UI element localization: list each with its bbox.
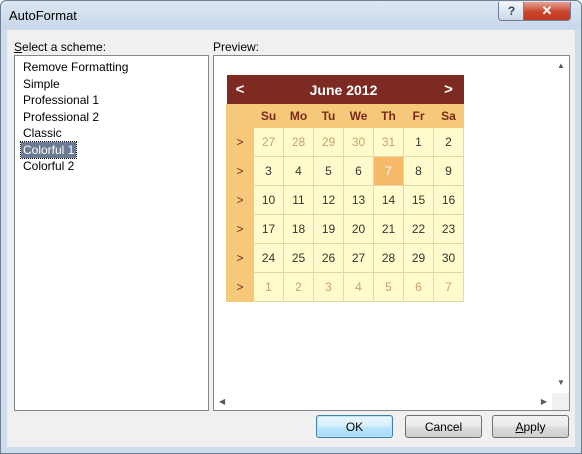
scheme-item[interactable]: Colorful 2 <box>21 158 76 175</box>
apply-button[interactable]: Apply <box>492 415 569 438</box>
week-selector-link[interactable]: > <box>226 243 254 273</box>
calendar-day[interactable]: 16 <box>433 185 464 215</box>
calendar-day[interactable]: 24 <box>253 243 284 273</box>
calendar-day[interactable]: 30 <box>343 127 374 157</box>
window-title: AutoFormat <box>9 8 77 23</box>
calendar-day[interactable]: 8 <box>403 156 434 186</box>
day-of-week-label: Su <box>253 104 284 128</box>
dialog-body: Select a scheme: Remove Formatting Simple… <box>7 30 575 447</box>
selector-header-cell <box>226 104 254 128</box>
calendar-day[interactable]: 30 <box>433 243 464 273</box>
calendar-day[interactable]: 6 <box>343 156 374 186</box>
calendar-week-row: >24 25 26 27 28 29 30 <box>226 243 464 273</box>
calendar-day[interactable]: 28 <box>283 127 314 157</box>
calendar-day[interactable]: 21 <box>373 214 404 244</box>
week-selector-link[interactable]: > <box>226 272 254 302</box>
calendar-day[interactable]: 23 <box>433 214 464 244</box>
calendar-day[interactable]: 15 <box>403 185 434 215</box>
calendar-week-row: >1 2 3 4 5 6 7 <box>226 272 464 302</box>
close-icon: ✕ <box>541 3 553 18</box>
calendar-week-row: >17 18 19 20 21 22 23 <box>226 214 464 244</box>
calendar-day[interactable]: 11 <box>283 185 314 215</box>
calendar-day[interactable]: 18 <box>283 214 314 244</box>
calendar-day[interactable]: 14 <box>373 185 404 215</box>
day-of-week-label: Th <box>373 104 404 128</box>
prev-month-link[interactable]: < <box>226 75 254 105</box>
day-of-week-label: Tu <box>313 104 344 128</box>
week-selector-link[interactable]: > <box>226 185 254 215</box>
calendar-day[interactable]: 28 <box>373 243 404 273</box>
cancel-button[interactable]: Cancel <box>405 415 482 438</box>
calendar-day[interactable]: 29 <box>403 243 434 273</box>
preview-pane: < June 2012 > Su Mo Tu We Th Fr Sa >27 28 29 30 31… <box>213 55 570 411</box>
calendar-day[interactable]: 20 <box>343 214 374 244</box>
day-of-week-label: Fr <box>403 104 434 128</box>
scheme-item[interactable]: Professional 1 <box>21 92 101 109</box>
calendar-day[interactable]: 1 <box>403 127 434 157</box>
scheme-item[interactable]: Professional 2 <box>21 109 101 126</box>
scrollbar-corner <box>552 393 569 410</box>
help-icon: ? <box>507 4 516 18</box>
calendar-month-title: June 2012 <box>253 75 434 105</box>
day-of-week-label: We <box>343 104 374 128</box>
horizontal-scrollbar[interactable]: ◀ ▶ <box>214 393 552 410</box>
calendar-day[interactable]: 26 <box>313 243 344 273</box>
calendar-day[interactable]: 2 <box>283 272 314 302</box>
week-selector-link[interactable]: > <box>226 156 254 186</box>
calendar-day[interactable]: 4 <box>343 272 374 302</box>
calendar-title-row: < June 2012 > <box>226 75 464 105</box>
scheme-item[interactable]: Remove Formatting <box>21 59 130 76</box>
calendar-day[interactable]: 10 <box>253 185 284 215</box>
calendar-day[interactable]: 27 <box>253 127 284 157</box>
calendar-day[interactable]: 6 <box>403 272 434 302</box>
scroll-left-icon[interactable]: ◀ <box>219 397 225 406</box>
scheme-list[interactable]: Remove Formatting Simple Professional 1 Pro… <box>14 55 209 411</box>
title-bar[interactable]: AutoFormat ? ✕ <box>1 1 581 29</box>
calendar-week-row: >10 11 12 13 14 15 16 <box>226 185 464 215</box>
calendar-day[interactable]: 19 <box>313 214 344 244</box>
calendar-day[interactable]: 31 <box>373 127 404 157</box>
week-selector-link[interactable]: > <box>226 214 254 244</box>
vertical-scrollbar[interactable]: ▲ ▼ <box>552 56 569 392</box>
calendar-day[interactable]: 2 <box>433 127 464 157</box>
calendar-week-row: >3 4 5 6 7 8 9 <box>226 156 464 186</box>
calendar-day[interactable]: 3 <box>253 156 284 186</box>
ok-button[interactable]: OK <box>316 415 393 438</box>
scheme-item[interactable]: Simple <box>21 76 62 93</box>
calendar-day[interactable]: 25 <box>283 243 314 273</box>
calendar-day[interactable]: 5 <box>373 272 404 302</box>
calendar-day[interactable]: 4 <box>283 156 314 186</box>
calendar-week-row: >27 28 29 30 31 1 2 <box>226 127 464 157</box>
calendar-day[interactable]: 29 <box>313 127 344 157</box>
calendar-day[interactable]: 3 <box>313 272 344 302</box>
day-of-week-label: Sa <box>433 104 464 128</box>
calendar-day[interactable]: 13 <box>343 185 374 215</box>
calendar-day[interactable]: 12 <box>313 185 344 215</box>
calendar-day[interactable]: 5 <box>313 156 344 186</box>
calendar-day[interactable]: 7 <box>373 156 404 186</box>
calendar-day[interactable]: 1 <box>253 272 284 302</box>
scheme-item[interactable]: Classic <box>21 125 64 142</box>
close-button[interactable]: ✕ <box>523 2 571 21</box>
day-of-week-label: Mo <box>283 104 314 128</box>
autoformat-dialog: AutoFormat ? ✕ Select a scheme: Remove F… <box>0 0 582 454</box>
scheme-item[interactable]: Colorful 1 <box>19 140 78 159</box>
calendar-day[interactable]: 9 <box>433 156 464 186</box>
scroll-up-icon[interactable]: ▲ <box>557 61 565 70</box>
help-button[interactable]: ? <box>498 2 525 21</box>
scroll-right-icon[interactable]: ▶ <box>541 397 547 406</box>
calendar-day[interactable]: 22 <box>403 214 434 244</box>
next-month-link[interactable]: > <box>433 75 464 105</box>
calendar-day[interactable]: 27 <box>343 243 374 273</box>
scroll-down-icon[interactable]: ▼ <box>557 378 565 387</box>
scheme-label: Select a scheme: <box>14 40 107 54</box>
calendar-day[interactable]: 7 <box>433 272 464 302</box>
day-of-week-row: Su Mo Tu We Th Fr Sa <box>226 104 464 128</box>
preview-label: Preview: <box>213 40 260 54</box>
calendar-preview: < June 2012 > Su Mo Tu We Th Fr Sa >27 28 29 30 31… <box>226 75 464 302</box>
week-selector-link[interactable]: > <box>226 127 254 157</box>
calendar-day[interactable]: 17 <box>253 214 284 244</box>
